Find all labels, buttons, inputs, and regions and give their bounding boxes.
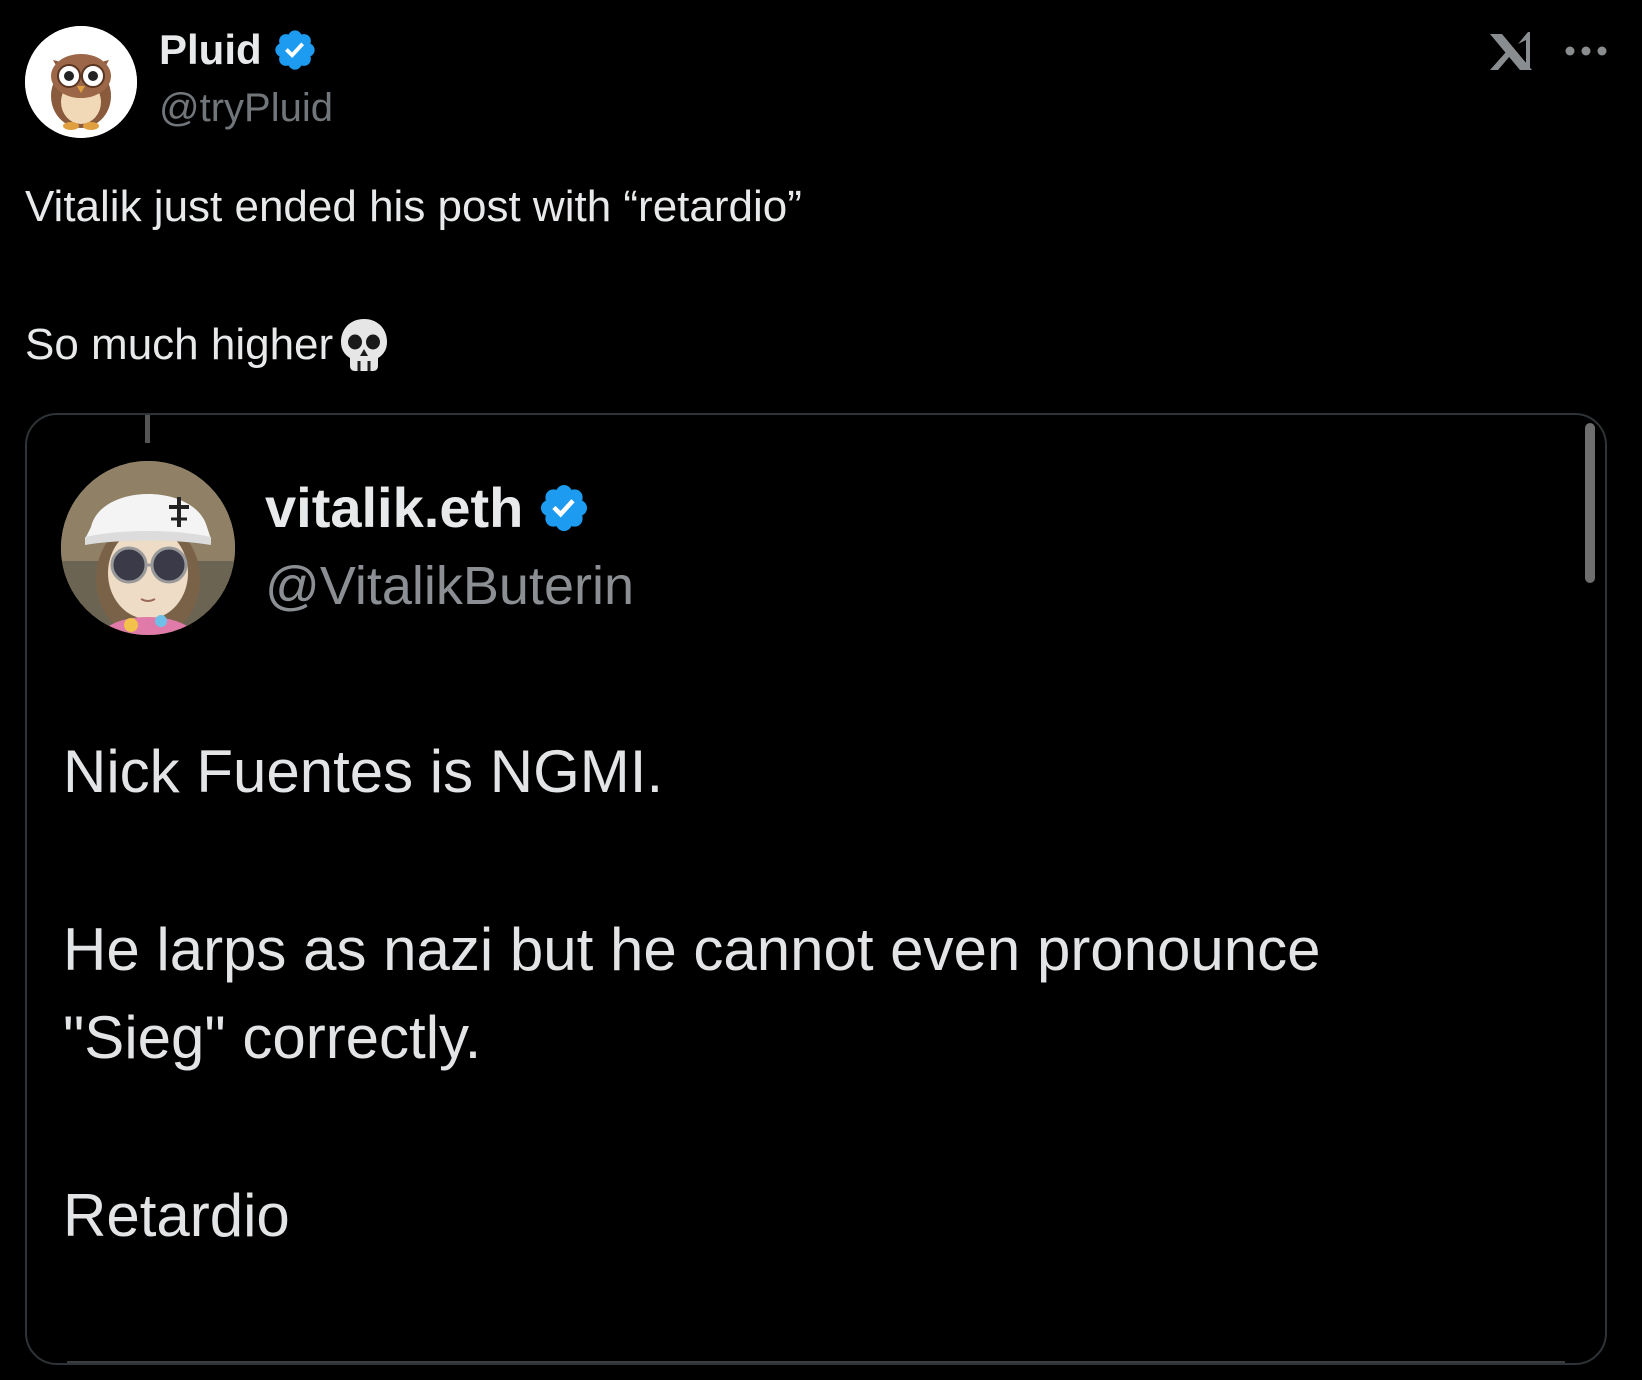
quoted-text-line-3: "Sieg" correctly. <box>63 1004 482 1071</box>
scrollbar-thumb[interactable] <box>1585 423 1595 583</box>
tweet-text-line-2-text: So much higher <box>25 320 334 369</box>
owl-avatar-icon <box>25 26 137 138</box>
quoted-text-line-4: Retardio <box>63 1182 290 1249</box>
author-avatar[interactable] <box>25 26 137 138</box>
tweet[interactable]: Pluid @tryPluid Vitalik just ended his p… <box>0 0 1642 1380</box>
tweet-text-line-1: Vitalik just ended his post with “retard… <box>25 182 802 231</box>
quoted-author-name[interactable]: vitalik.eth <box>265 475 591 540</box>
verified-badge-icon <box>275 30 315 70</box>
quoted-author-avatar[interactable] <box>61 461 235 635</box>
author-handle[interactable]: @tryPluid <box>159 86 333 131</box>
quoted-tweet-card[interactable]: vitalik.eth @VitalikButerin Nick Fuentes… <box>25 413 1607 1365</box>
more-options-icon[interactable] <box>1564 44 1608 58</box>
card-top-tick <box>145 415 150 443</box>
tweet-text-line-2: So much higher <box>25 316 391 374</box>
quoted-text-line-1: Nick Fuentes is NGMI. <box>63 738 664 805</box>
author-name[interactable]: Pluid <box>159 26 318 74</box>
x-logo-icon[interactable] <box>1486 26 1536 76</box>
card-bottom-divider <box>67 1361 1565 1363</box>
quoted-text-line-2: He larps as nazi but he cannot even pron… <box>63 916 1321 983</box>
quoted-author-handle[interactable]: @VitalikButerin <box>265 555 634 617</box>
vitalik-avatar-icon <box>61 461 235 635</box>
skull-icon <box>341 319 388 371</box>
quoted-verified-badge-icon <box>541 484 588 531</box>
quoted-author-name-text[interactable]: vitalik.eth <box>265 475 523 540</box>
author-name-text[interactable]: Pluid <box>159 26 262 74</box>
